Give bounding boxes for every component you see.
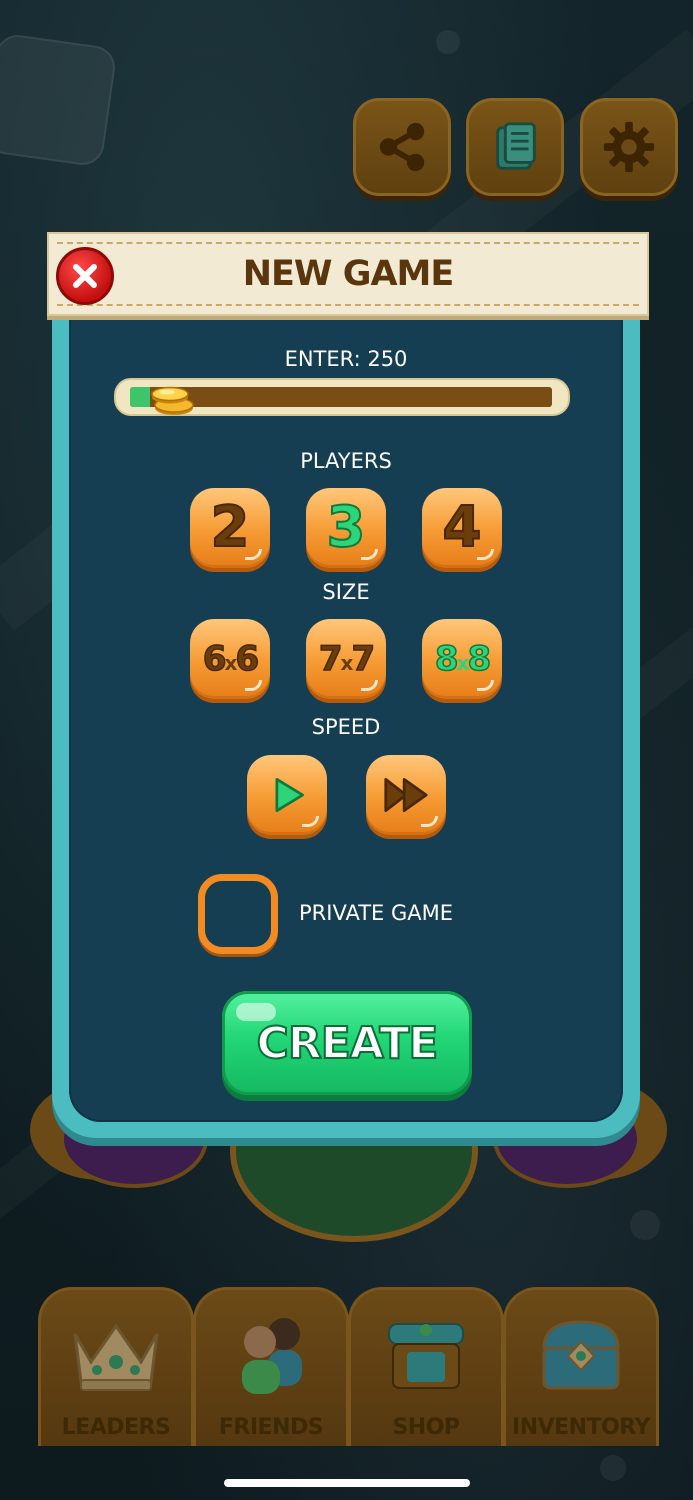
create-button-label: CREATE: [256, 1017, 440, 1070]
chest-icon: [542, 1320, 620, 1390]
nav-friends[interactable]: FRIENDS: [193, 1287, 349, 1446]
size-option-6x6[interactable]: 6x6: [190, 619, 270, 699]
background-dot: [436, 30, 460, 54]
size-option-6x6-text: 6x6: [202, 639, 260, 679]
nav-friends-label: FRIENDS: [218, 1415, 324, 1440]
players-option-4[interactable]: 4: [422, 488, 502, 568]
create-button[interactable]: CREATE: [222, 991, 472, 1095]
news-button[interactable]: [466, 98, 564, 196]
friends-icon: [242, 1318, 302, 1394]
private-game-label: PRIVATE GAME: [299, 901, 454, 925]
private-game-checkbox[interactable]: [198, 874, 278, 954]
shop-icon: [388, 1323, 464, 1389]
size-option-7x7-text: 7x7: [318, 639, 376, 679]
close-button[interactable]: [56, 247, 114, 305]
players-option-2[interactable]: 2: [190, 488, 270, 568]
close-icon: [73, 264, 97, 288]
players-option-2-text: 2: [210, 495, 251, 560]
coin-stack-slider-thumb[interactable]: [148, 380, 196, 416]
size-option-8x8-text: 8x8: [434, 639, 492, 679]
slider-fill: [130, 387, 150, 407]
size-option-7x7[interactable]: 7x7: [306, 619, 386, 699]
entry-fee-label: ENTER: 250: [284, 347, 408, 371]
background-cube: [0, 32, 118, 168]
modal-header: NEW GAME: [47, 232, 649, 316]
players-option-3-text: 3: [326, 495, 367, 560]
home-indicator[interactable]: [224, 1479, 470, 1487]
news-icon: [496, 122, 536, 170]
players-label: PLAYERS: [300, 449, 392, 473]
nav-leaders[interactable]: LEADERS: [38, 1287, 194, 1446]
size-label: SIZE: [322, 580, 370, 604]
nav-shop[interactable]: SHOP: [348, 1287, 504, 1446]
nav-leaders-label: LEADERS: [61, 1415, 171, 1440]
fast-forward-icon: [384, 777, 428, 813]
nav-inventory-label: INVENTORY: [512, 1415, 650, 1440]
players-option-3[interactable]: 3: [306, 488, 386, 568]
nav-shop-label: SHOP: [392, 1415, 460, 1440]
modal-title: NEW GAME: [242, 254, 455, 294]
background-dot: [630, 1210, 660, 1240]
crown-icon: [73, 1323, 159, 1391]
share-button[interactable]: [353, 98, 451, 196]
share-icon: [379, 122, 425, 172]
nav-inventory[interactable]: INVENTORY: [503, 1287, 659, 1446]
speed-label: SPEED: [311, 715, 381, 739]
size-option-8x8[interactable]: 8x8: [422, 619, 502, 699]
speed-fast-button[interactable]: [366, 755, 446, 835]
play-icon: [275, 777, 305, 813]
background-dot: [600, 1455, 626, 1481]
speed-normal-button[interactable]: [247, 755, 327, 835]
players-option-4-text: 4: [442, 495, 483, 560]
gear-icon: [603, 121, 655, 173]
settings-button[interactable]: [580, 98, 678, 196]
